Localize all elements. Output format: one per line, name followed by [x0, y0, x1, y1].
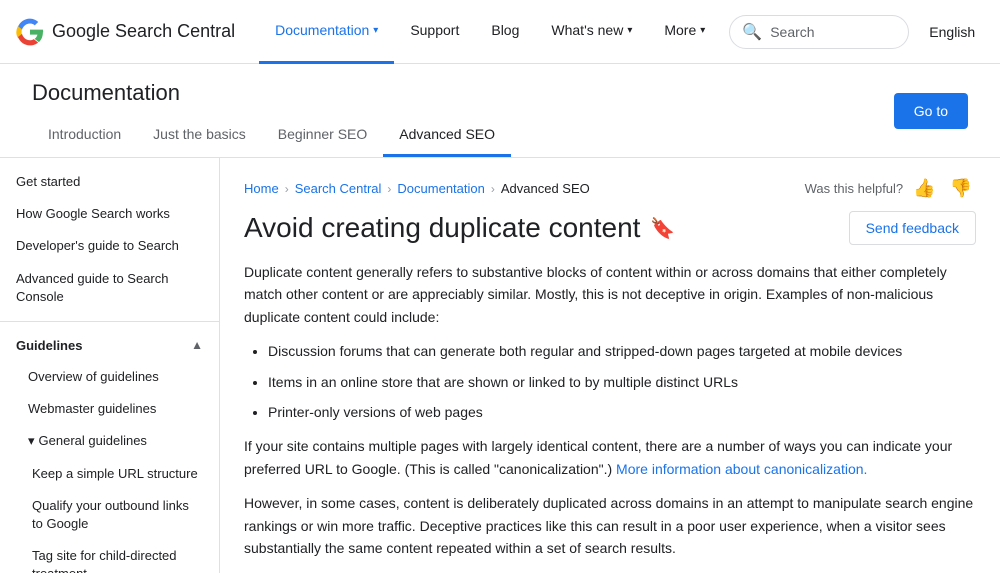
- top-nav: Google Search Central Documentation ▾ Su…: [0, 0, 1000, 64]
- sidebar-item-get-started[interactable]: Get started: [0, 166, 219, 198]
- search-box[interactable]: 🔍 Search: [729, 15, 909, 49]
- article-bullet-1: Discussion forums that can generate both…: [268, 340, 976, 362]
- google-logo-icon: [16, 18, 44, 46]
- breadcrumb-sep-3: ›: [491, 182, 495, 196]
- page-header: Documentation Introduction Just the basi…: [0, 64, 1000, 158]
- article-para-1: Duplicate content generally refers to su…: [244, 261, 976, 328]
- nav-links: Documentation ▾ Support Blog What's new …: [259, 0, 721, 64]
- sidebar-item-webmaster[interactable]: Webmaster guidelines: [0, 393, 219, 425]
- sidebar-item-child-directed[interactable]: Tag site for child-directed treatment: [0, 540, 219, 573]
- sidebar-item-overview[interactable]: Overview of guidelines: [0, 361, 219, 393]
- breadcrumb-search-central[interactable]: Search Central: [295, 181, 382, 196]
- sidebar-item-url-structure[interactable]: Keep a simple URL structure: [0, 458, 219, 490]
- thumbs-up-button[interactable]: 👍: [909, 174, 939, 203]
- breadcrumb: Home › Search Central › Documentation › …: [244, 181, 590, 196]
- canonicalization-link[interactable]: More information about canonicalization.: [616, 461, 867, 477]
- send-feedback-button[interactable]: Send feedback: [849, 211, 976, 245]
- breadcrumb-home[interactable]: Home: [244, 181, 279, 196]
- sidebar-item-developer-guide[interactable]: Developer's guide to Search: [0, 230, 219, 262]
- layout: Get started How Google Search works Deve…: [0, 158, 1000, 573]
- helpful-label: Was this helpful?: [805, 181, 904, 196]
- thumbs-down-button[interactable]: 👎: [946, 174, 976, 203]
- site-title: Google Search Central: [52, 21, 235, 42]
- nav-documentation[interactable]: Documentation ▾: [259, 0, 394, 64]
- article-para-2: If your site contains multiple pages wit…: [244, 435, 976, 480]
- tab-beginner-seo[interactable]: Beginner SEO: [262, 114, 384, 157]
- sidebar-guidelines-header[interactable]: Guidelines ▲: [0, 330, 219, 361]
- article-para-3: However, in some cases, content is delib…: [244, 492, 976, 559]
- sidebar-item-advanced-console[interactable]: Advanced guide to Search Console: [0, 263, 219, 313]
- breadcrumb-helpful-row: Home › Search Central › Documentation › …: [220, 158, 1000, 211]
- general-guidelines-toggle-icon: ▾: [28, 432, 35, 450]
- whats-new-arrow-icon: ▾: [627, 25, 632, 36]
- nav-support[interactable]: Support: [394, 0, 475, 64]
- language-selector[interactable]: English: [917, 18, 987, 46]
- article-bullet-2: Items in an online store that are shown …: [268, 371, 976, 393]
- article-bullet-3: Printer-only versions of web pages: [268, 401, 976, 423]
- more-arrow-icon: ▾: [700, 25, 705, 36]
- breadcrumb-advanced-seo: Advanced SEO: [501, 181, 590, 196]
- page-title: Documentation: [16, 64, 894, 114]
- article-title: Avoid creating duplicate content 🔖: [244, 212, 675, 244]
- tabs-row: Introduction Just the basics Beginner SE…: [16, 114, 894, 157]
- article-title-row: Avoid creating duplicate content 🔖 Send …: [244, 211, 976, 245]
- sidebar-item-how-google-works[interactable]: How Google Search works: [0, 198, 219, 230]
- nav-more[interactable]: More ▾: [648, 0, 721, 64]
- sidebar-item-general-guidelines[interactable]: ▾ General guidelines: [0, 425, 219, 457]
- main-content: Home › Search Central › Documentation › …: [220, 158, 1000, 573]
- article: Avoid creating duplicate content 🔖 Send …: [220, 211, 1000, 573]
- search-placeholder: Search: [770, 24, 814, 40]
- bookmark-icon[interactable]: 🔖: [650, 216, 675, 241]
- go-to-button[interactable]: Go to: [894, 93, 968, 129]
- nav-right: 🔍 Search English: [729, 15, 987, 49]
- tab-just-basics[interactable]: Just the basics: [137, 114, 262, 157]
- nav-blog[interactable]: Blog: [475, 0, 535, 64]
- sidebar: Get started How Google Search works Deve…: [0, 158, 220, 573]
- tab-introduction[interactable]: Introduction: [32, 114, 137, 157]
- breadcrumb-sep-1: ›: [285, 182, 289, 196]
- guidelines-chevron-icon: ▲: [191, 338, 203, 352]
- sidebar-divider: [0, 321, 219, 322]
- article-body: Duplicate content generally refers to su…: [244, 261, 976, 573]
- article-bullet-list: Discussion forums that can generate both…: [268, 340, 976, 423]
- documentation-arrow-icon: ▾: [373, 25, 378, 36]
- logo-area[interactable]: Google Search Central: [16, 18, 235, 46]
- tab-advanced-seo[interactable]: Advanced SEO: [383, 114, 511, 157]
- breadcrumb-documentation[interactable]: Documentation: [397, 181, 484, 196]
- nav-whats-new[interactable]: What's new ▾: [535, 0, 648, 64]
- search-icon: 🔍: [742, 22, 762, 42]
- sidebar-item-qualify-outbound[interactable]: Qualify your outbound links to Google: [0, 490, 219, 540]
- helpful-section: Was this helpful? 👍 👎: [805, 174, 976, 203]
- breadcrumb-sep-2: ›: [387, 182, 391, 196]
